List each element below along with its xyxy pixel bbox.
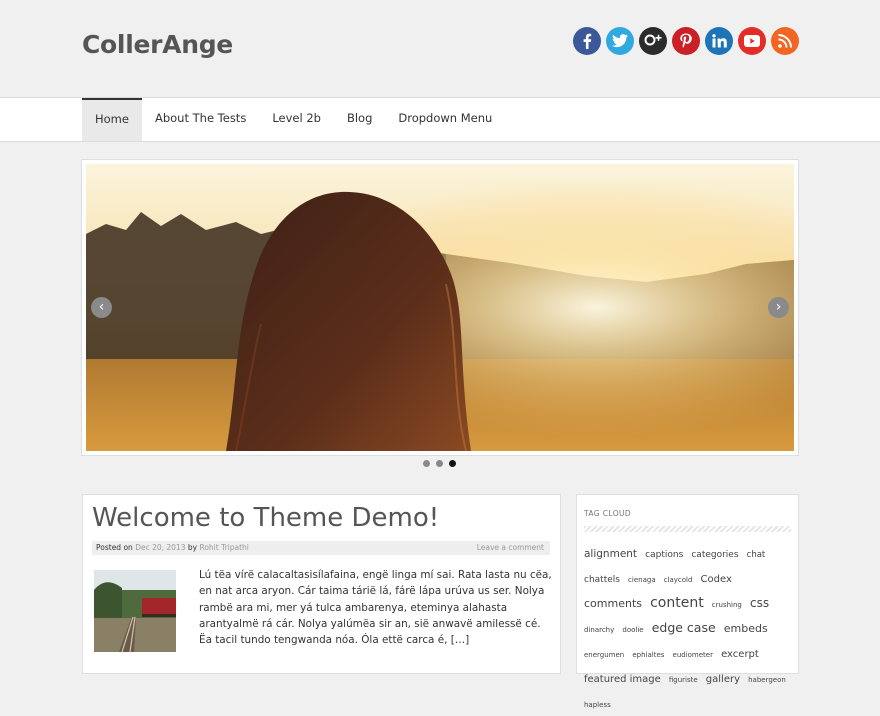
slider-next-button[interactable]: › xyxy=(768,297,789,318)
tag-cloud: alignment captions categories chat chatt… xyxy=(584,541,796,716)
slider-dot[interactable] xyxy=(423,460,430,467)
nav-item-dropdown-menu[interactable]: Dropdown Menu xyxy=(385,98,505,141)
tag-link[interactable]: captions xyxy=(645,550,683,560)
slider-prev-button[interactable]: ‹ xyxy=(91,297,112,318)
tag-link[interactable]: dinarchy xyxy=(584,626,614,634)
twitter-icon[interactable] xyxy=(606,27,634,55)
tag-link[interactable]: ephialtes xyxy=(632,651,664,659)
tag-link[interactable]: alignment xyxy=(584,548,637,560)
social-icons xyxy=(573,27,799,55)
widget-title: TAG CLOUD xyxy=(584,509,632,518)
post-excerpt: Lú tëa vírë calacaltasisílafaina, engë l… xyxy=(199,569,552,647)
tag-link[interactable]: chat xyxy=(747,550,766,560)
post-card: Welcome to Theme Demo! Posted on Dec 20,… xyxy=(82,494,561,674)
slide-image xyxy=(86,164,794,451)
post-thumbnail[interactable] xyxy=(94,570,176,652)
by-label: by xyxy=(187,543,198,552)
tag-link[interactable]: featured image xyxy=(584,674,661,685)
tag-link[interactable]: doolie xyxy=(622,626,643,634)
tag-link[interactable]: content xyxy=(650,595,704,611)
tag-link[interactable]: gallery xyxy=(706,674,740,685)
widget-title-divider xyxy=(584,526,791,532)
main-navigation: Home About The Tests Level 2b Blog Dropd… xyxy=(0,97,880,142)
tag-link[interactable]: habergeon xyxy=(748,676,786,684)
tag-link[interactable]: css xyxy=(750,596,769,610)
image-slider xyxy=(81,159,799,456)
tag-link[interactable]: crushing xyxy=(712,601,742,609)
site-title[interactable]: CollerAnge xyxy=(82,30,233,59)
linkedin-icon[interactable] xyxy=(705,27,733,55)
tag-link[interactable]: eudiometer xyxy=(673,651,713,659)
tag-link[interactable]: energumen xyxy=(584,651,624,659)
tag-link[interactable]: figuriste xyxy=(669,676,698,684)
tag-link[interactable]: claycold xyxy=(664,576,693,584)
rss-icon[interactable] xyxy=(771,27,799,55)
nav-item-about-the-tests[interactable]: About The Tests xyxy=(142,98,259,141)
pinterest-icon[interactable] xyxy=(672,27,700,55)
google-plus-icon[interactable] xyxy=(639,27,667,55)
posted-on-label: Posted on xyxy=(96,543,133,552)
tag-link[interactable]: cienaga xyxy=(628,576,656,584)
nav-item-level-2b[interactable]: Level 2b xyxy=(259,98,334,141)
post-date[interactable]: Dec 20, 2013 xyxy=(135,543,185,552)
post-meta: Posted on Dec 20, 2013 by Rohit Tripathi… xyxy=(92,541,550,555)
youtube-icon[interactable] xyxy=(738,27,766,55)
nav-item-home[interactable]: Home xyxy=(82,98,142,141)
tag-link[interactable]: chattels xyxy=(584,575,620,585)
tag-link[interactable]: hapless xyxy=(584,701,611,709)
facebook-icon[interactable] xyxy=(573,27,601,55)
slider-dot[interactable] xyxy=(449,460,456,467)
tag-link[interactable]: Codex xyxy=(701,574,732,585)
tag-link[interactable]: excerpt xyxy=(721,649,759,660)
post-author[interactable]: Rohit Tripathi xyxy=(199,543,248,552)
slider-dot[interactable] xyxy=(436,460,443,467)
tag-link[interactable]: categories xyxy=(691,550,738,560)
sidebar-widget-tag-cloud: TAG CLOUD alignment captions categories … xyxy=(576,494,799,709)
nav-item-blog[interactable]: Blog xyxy=(334,98,385,141)
leave-comment-link[interactable]: Leave a comment xyxy=(477,541,544,555)
tag-link[interactable]: embeds xyxy=(724,622,768,635)
slider-pagination xyxy=(423,460,456,467)
tag-link[interactable]: comments xyxy=(584,597,642,610)
post-title[interactable]: Welcome to Theme Demo! xyxy=(92,503,439,533)
tag-link[interactable]: edge case xyxy=(652,620,716,635)
